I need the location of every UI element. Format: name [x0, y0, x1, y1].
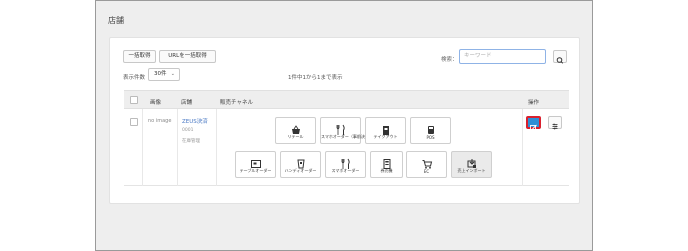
channel-label: 売上インポート: [457, 168, 486, 173]
channel-label: ハンディオーダー: [284, 168, 317, 173]
channel-table-order[interactable]: テーブルオーダー: [235, 151, 276, 178]
sliders-icon: [552, 123, 558, 130]
per-page-label: 表示件数: [123, 75, 146, 81]
settings-button[interactable]: [548, 116, 562, 130]
store-subtext: 在庫管理: [182, 139, 200, 144]
search-input[interactable]: キーワード: [459, 49, 546, 64]
per-page-value: 30件: [154, 71, 167, 77]
channel-smartphone-order-prepaid[interactable]: スマホオーダー（事前決済）: [320, 117, 373, 144]
row-checkbox[interactable]: [130, 118, 138, 126]
column-divider: [142, 109, 143, 186]
per-page-select[interactable]: 30件 ⌄: [148, 68, 180, 81]
app-frame: 店舗 一括取得 URLを一括取得 検索： キーワード 表示件数 30件 ⌄ 1件…: [95, 0, 593, 251]
header-channel: 販売チャネル: [220, 100, 253, 106]
store-list-panel: 一括取得 URLを一括取得 検索： キーワード 表示件数 30件 ⌄ 1件中1か…: [109, 37, 580, 204]
edit-button[interactable]: [526, 116, 541, 131]
channel-label: スマホオーダー（事前決済）: [321, 134, 373, 139]
channel-ec[interactable]: EC: [406, 151, 447, 178]
header-actions: 操作: [528, 100, 540, 106]
channel-label: スマホオーダー: [331, 168, 360, 173]
channel-ticket-machine[interactable]: 券売機: [370, 151, 403, 178]
channel-handy-order[interactable]: ハンディオーダー: [280, 151, 321, 178]
table-header: 画像 店舗 販売チャネル 操作: [124, 90, 569, 109]
header-store: 店舗: [181, 100, 193, 106]
channel-label: テーブルオーダー: [239, 168, 272, 173]
channel-label: EC: [423, 169, 430, 174]
header-image: 画像: [150, 100, 162, 106]
store-name-link[interactable]: ZEUS決済: [182, 117, 208, 125]
search-icon: [556, 57, 564, 64]
column-divider: [177, 109, 178, 186]
channel-label: テイクアウト: [373, 134, 398, 139]
search-label: 検索：: [441, 57, 458, 63]
channel-retail[interactable]: リテール: [275, 117, 316, 144]
channel-sales-import[interactable]: 売上インポート: [451, 151, 492, 178]
bulk-get-button[interactable]: 一括取得: [123, 50, 156, 63]
chevron-down-icon: ⌄: [170, 71, 175, 77]
channel-smartphone-order[interactable]: スマホオーダー: [325, 151, 366, 178]
channel-label: リテール: [287, 134, 304, 139]
column-divider: [216, 109, 217, 186]
channel-takeout[interactable]: テイクアウト: [365, 117, 406, 144]
channel-label: POS: [426, 135, 435, 140]
select-all-checkbox[interactable]: [130, 96, 138, 104]
url-bulk-get-button[interactable]: URLを一括取得: [159, 50, 216, 63]
page-title: 店舗: [108, 16, 124, 25]
store-image-placeholder: no image: [148, 118, 172, 124]
column-divider: [522, 109, 523, 186]
channel-label: 券売機: [380, 168, 393, 173]
record-count-text: 1件中1から1まで表示: [288, 75, 343, 81]
channel-pos[interactable]: POS: [410, 117, 451, 144]
search-button[interactable]: [553, 50, 567, 64]
table-row: no image ZEUS決済 0001 在庫管理 リテール スマホオーダー（事…: [124, 109, 569, 186]
edit-icon: [530, 124, 537, 131]
store-code: 0001: [182, 128, 194, 133]
